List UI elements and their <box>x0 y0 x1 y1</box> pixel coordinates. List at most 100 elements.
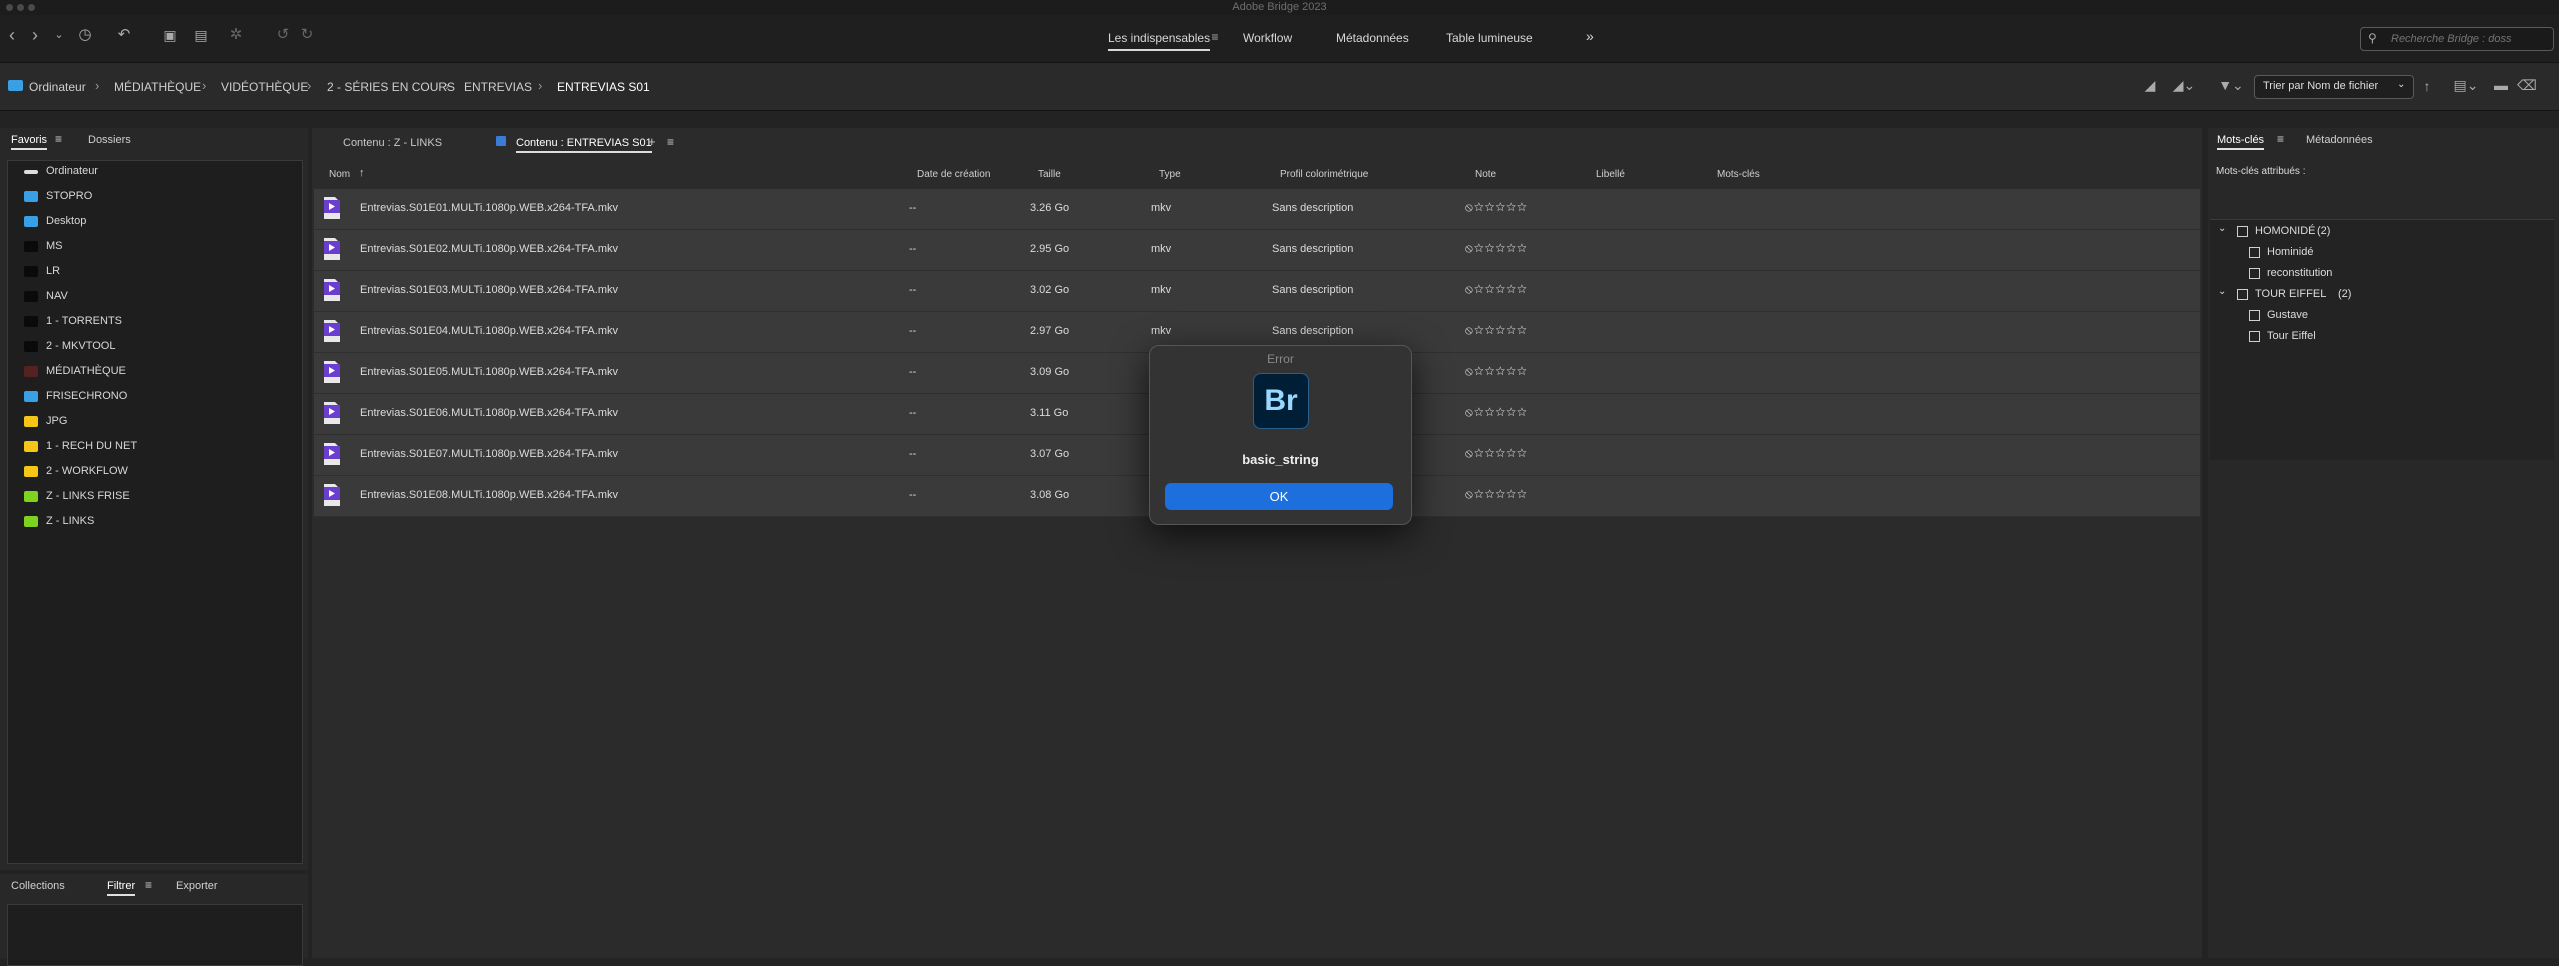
breadcrumb-separator[interactable]: › <box>445 78 449 93</box>
keyword-item-label[interactable]: Hominidé <box>2267 246 2313 258</box>
sort-dropdown[interactable]: Trier par Nom de fichier ⌄ <box>2254 75 2414 99</box>
panel-menu-icon[interactable]: ≡ <box>2277 132 2284 146</box>
keyword-checkbox[interactable] <box>2249 310 2260 321</box>
chevron-down-icon[interactable]: ⌄ <box>2218 223 2226 234</box>
ok-button[interactable]: OK <box>1165 483 1393 510</box>
tab-metadonnees[interactable]: Métadonnées <box>1336 31 1409 45</box>
forward-icon[interactable]: › <box>28 25 42 45</box>
refine-icon[interactable]: ▤ <box>186 25 216 45</box>
tab-contenu-entrevias-s01[interactable]: Contenu : ENTREVIAS S01 <box>516 137 652 153</box>
tab-filtrer[interactable]: Filtrer <box>107 880 136 896</box>
search-input[interactable] <box>2389 30 2551 48</box>
recent-dropdown-icon[interactable]: ⌄ <box>52 25 66 45</box>
tab-les-indispensables[interactable]: Les indispensables <box>1108 31 1211 51</box>
keyword-checkbox[interactable] <box>2249 247 2260 258</box>
tab-table-lumineuse[interactable]: Table lumineuse <box>1446 31 1533 45</box>
breadcrumb-videotheque[interactable]: VIDÉOTHÈQUE <box>221 80 308 94</box>
sidebar-item-label: Z - LINKS FRISE <box>46 490 130 502</box>
breadcrumb-mediatheque[interactable]: MÉDIATHÈQUE <box>114 80 201 94</box>
history-icon[interactable]: ◷ <box>72 25 98 45</box>
chevron-down-icon[interactable]: ⌄ <box>2218 286 2226 297</box>
file-row[interactable]: Entrevias.S01E03.MULTi.1080p.WEB.x264-TF… <box>314 271 2200 312</box>
new-folder-icon[interactable]: ▬ <box>2492 75 2510 95</box>
bridge-app-icon: Br <box>1253 373 1309 429</box>
tab-favoris[interactable]: Favoris <box>11 134 48 150</box>
keyword-group-label[interactable]: TOUR EIFFEL <box>2255 288 2326 300</box>
breadcrumb-separator[interactable]: › <box>202 78 206 93</box>
keyword-item-label[interactable]: reconstitution <box>2267 267 2332 279</box>
rotate-right-icon[interactable]: ↻ <box>298 25 316 45</box>
sidebar-item-label: MS <box>46 240 63 252</box>
sort-direction-icon[interactable]: ↑ <box>2420 76 2434 96</box>
rotate-left-icon[interactable]: ↺ <box>274 25 292 45</box>
keyword-item-label[interactable]: Tour Eiffel <box>2267 330 2316 342</box>
camera-import-icon[interactable]: ▣ <box>160 25 180 45</box>
breadcrumb-ordinateur[interactable]: Ordinateur <box>29 80 86 94</box>
tab-metadonnees-panel[interactable]: Métadonnées <box>2306 134 2373 146</box>
favorites-list: Ordinateur STOPRO Desktop MS LR NAV 1 - TORREN… <box>7 160 303 864</box>
star-rating[interactable]: ⦸☆☆☆☆☆ <box>1465 446 1528 461</box>
keyword-checkbox[interactable] <box>2237 226 2248 237</box>
breadcrumb-separator[interactable]: › <box>95 78 99 93</box>
column-taille[interactable]: Taille <box>1038 169 1061 180</box>
keyword-checkbox[interactable] <box>2237 289 2248 300</box>
back-icon[interactable]: ‹ <box>5 25 19 45</box>
tab-contenu-z-links[interactable]: Contenu : Z - LINKS <box>343 137 442 149</box>
breadcrumb-entrevias[interactable]: ENTREVIAS <box>464 80 532 94</box>
folder-icon <box>24 170 38 174</box>
star-rating[interactable]: ⦸☆☆☆☆☆ <box>1465 200 1528 215</box>
boomerang-icon[interactable]: ↶ <box>116 25 132 45</box>
trash-icon[interactable]: ⌫ <box>2517 75 2537 95</box>
keyword-checkbox[interactable] <box>2249 268 2260 279</box>
thumbnail-quality-dropdown-icon[interactable]: ◢⌄ <box>2168 75 2200 95</box>
panel-menu-icon[interactable]: ≡ <box>55 132 62 146</box>
workspace-menu-icon[interactable]: ≡ <box>1208 27 1222 47</box>
keyword-group-label[interactable]: HOMONIDÉ <box>2255 225 2316 237</box>
file-row[interactable]: Entrevias.S01E02.MULTi.1080p.WEB.x264-TF… <box>314 230 2200 271</box>
column-nom[interactable]: Nom <box>329 169 350 180</box>
file-size: 3.11 Go <box>1030 407 1069 419</box>
open-in-camera-raw-icon[interactable]: ✲ <box>226 25 246 45</box>
breadcrumb-separator[interactable]: › <box>307 78 311 93</box>
tab-mots-cles[interactable]: Mots-clés <box>2217 134 2265 150</box>
path-bar: Ordinateur › MÉDIATHÈQUE › VIDÉOTHÈQUE ›… <box>0 63 2559 111</box>
file-row[interactable]: Entrevias.S01E01.MULTi.1080p.WEB.x264-TF… <box>314 189 2200 230</box>
filter-dropdown-icon[interactable]: ▼⌄ <box>2214 75 2248 95</box>
column-type[interactable]: Type <box>1159 169 1181 180</box>
quality-icon[interactable]: ◢ <box>2140 75 2160 95</box>
tab-exporter[interactable]: Exporter <box>176 880 218 892</box>
breadcrumb-series-en-cours[interactable]: 2 - SÉRIES EN COURS <box>327 80 455 94</box>
search-box[interactable]: ⚲ <box>2360 27 2554 51</box>
file-type: mkv <box>1151 325 1172 337</box>
add-tab-icon[interactable]: + <box>648 134 656 149</box>
tab-workflow[interactable]: Workflow <box>1243 31 1292 45</box>
panel-menu-icon[interactable]: ≡ <box>145 878 152 892</box>
sort-asc-icon[interactable]: ↑ <box>359 167 365 179</box>
filter-list <box>7 904 303 966</box>
more-workspaces-icon[interactable]: » <box>1586 28 1594 44</box>
star-rating[interactable]: ⦸☆☆☆☆☆ <box>1465 405 1528 420</box>
tab-dossiers[interactable]: Dossiers <box>88 134 131 146</box>
column-mots-cles[interactable]: Mots-clés <box>1717 169 1760 180</box>
tab-collections[interactable]: Collections <box>11 880 65 892</box>
star-rating[interactable]: ⦸☆☆☆☆☆ <box>1465 323 1528 338</box>
breadcrumb-entrevias-s01[interactable]: ENTREVIAS S01 <box>557 80 650 94</box>
column-date-de-creation[interactable]: Date de création <box>917 169 990 180</box>
error-dialog: Error Br basic_string OK <box>1149 345 1412 525</box>
folder-icon <box>24 216 38 227</box>
star-rating[interactable]: ⦸☆☆☆☆☆ <box>1465 487 1528 502</box>
breadcrumb-separator[interactable]: › <box>538 78 542 93</box>
content-menu-icon[interactable]: ≡ <box>667 135 674 149</box>
column-profil-colorimetrique[interactable]: Profil colorimétrique <box>1280 169 1368 180</box>
star-rating[interactable]: ⦸☆☆☆☆☆ <box>1465 241 1528 256</box>
file-name: Entrevias.S01E07.MULTi.1080p.WEB.x264-TF… <box>360 448 618 460</box>
star-rating[interactable]: ⦸☆☆☆☆☆ <box>1465 282 1528 297</box>
keyword-item-label[interactable]: Gustave <box>2267 309 2308 321</box>
column-note[interactable]: Note <box>1475 169 1496 180</box>
video-file-icon <box>323 196 341 220</box>
chevron-down-icon: ⌄ <box>2397 79 2406 90</box>
keyword-checkbox[interactable] <box>2249 331 2260 342</box>
star-rating[interactable]: ⦸☆☆☆☆☆ <box>1465 364 1528 379</box>
column-libelle[interactable]: Libellé <box>1596 169 1625 180</box>
open-recent-dropdown-icon[interactable]: ▤⌄ <box>2450 75 2482 95</box>
